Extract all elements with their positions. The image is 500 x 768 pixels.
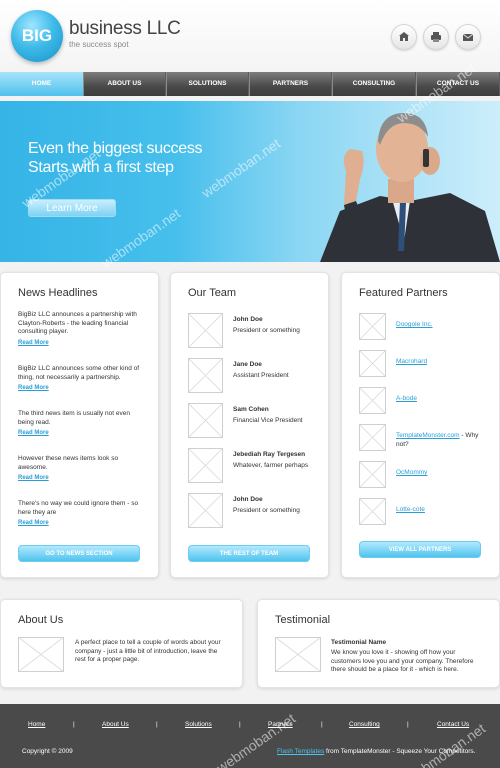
nav-item-partners[interactable]: PARTNERS bbox=[249, 72, 332, 96]
main-nav: HOME ABOUT US SOLUTIONS PARTNERS CONSULT… bbox=[0, 72, 500, 96]
partner-link[interactable]: Macrohard bbox=[396, 358, 427, 365]
hero-banner: Even the biggest success Starts with a f… bbox=[0, 101, 500, 262]
logo-badge[interactable]: BIG bbox=[11, 10, 63, 62]
news-item: BigBiz LLC announces a partnership with … bbox=[18, 311, 143, 347]
partner-logo[interactable] bbox=[359, 387, 386, 414]
member-name: John Doe bbox=[233, 316, 263, 323]
read-more-link[interactable]: Read More bbox=[18, 339, 143, 348]
home-icon[interactable] bbox=[391, 24, 417, 50]
credits-link[interactable]: Flash Templates bbox=[277, 748, 324, 755]
testimonial-title: Testimonial bbox=[275, 614, 331, 626]
member-name: Jane Doe bbox=[233, 361, 262, 368]
news-text: However these news items look so awesome… bbox=[18, 455, 119, 471]
learn-more-button[interactable]: Learn More bbox=[28, 199, 116, 217]
news-item: There's no way we could ignore them - so… bbox=[18, 500, 143, 528]
partner-logo[interactable] bbox=[359, 350, 386, 377]
member-role: Assistant President bbox=[233, 372, 289, 379]
footer-link-solutions[interactable]: Solutions bbox=[185, 721, 212, 728]
hero-headline-1: Even the biggest success bbox=[28, 140, 203, 157]
logo-title[interactable]: business LLC bbox=[69, 18, 181, 40]
partner-logo[interactable] bbox=[359, 461, 386, 488]
copyright-text: Copyright © 2009 bbox=[22, 748, 73, 755]
businessman-photo bbox=[320, 113, 500, 262]
nav-item-solutions[interactable]: SOLUTIONS bbox=[166, 72, 249, 96]
news-text: BigBiz LLC announces some other kind of … bbox=[18, 365, 140, 381]
site-header: BIG business LLC the success spot bbox=[0, 0, 500, 72]
about-panel: About Us A perfect place to tell a coupl… bbox=[0, 599, 243, 688]
footer-separator: | bbox=[321, 721, 323, 728]
partner-link[interactable]: A-bode bbox=[396, 395, 417, 402]
site-footer: Home | About Us | Solutions | Partners |… bbox=[0, 704, 500, 768]
go-to-news-button[interactable]: GO TO NEWS SECTION bbox=[18, 545, 140, 562]
testimonial-name: Testimonial Name bbox=[331, 639, 387, 646]
logo-tagline: the success spot bbox=[69, 40, 129, 49]
testimonial-text: We know you love it - showing off how yo… bbox=[331, 649, 474, 673]
footer-separator: | bbox=[239, 721, 241, 728]
news-panel: News Headlines BigBiz LLC announces a pa… bbox=[0, 272, 159, 578]
news-item: BigBiz LLC announces some other kind of … bbox=[18, 365, 143, 393]
partners-panel: Featured Partners VIEW ALL PARTNERS bbox=[341, 272, 500, 578]
footer-link-about-us[interactable]: About Us bbox=[102, 721, 129, 728]
about-text: A perfect place to tell a couple of word… bbox=[75, 639, 221, 663]
partner-logo[interactable] bbox=[359, 313, 386, 340]
member-photo[interactable] bbox=[188, 493, 223, 528]
read-more-link[interactable]: Read More bbox=[18, 474, 143, 483]
member-photo[interactable] bbox=[188, 448, 223, 483]
footer-separator: | bbox=[73, 721, 75, 728]
news-item: The third news item is usually not even … bbox=[18, 410, 143, 438]
news-item: However these news items look so awesome… bbox=[18, 455, 143, 483]
nav-item-about-us[interactable]: ABOUT US bbox=[83, 72, 166, 96]
news-text: There's no way we could ignore them - so… bbox=[18, 500, 139, 516]
partner-link[interactable]: OcMommy bbox=[396, 469, 427, 476]
mail-icon[interactable] bbox=[455, 24, 481, 50]
nav-item-consulting[interactable]: CONSULTING bbox=[332, 72, 416, 96]
partners-title: Featured Partners bbox=[359, 287, 448, 299]
partner-logo[interactable] bbox=[359, 424, 386, 451]
about-title: About Us bbox=[18, 614, 64, 626]
footer-link-consulting[interactable]: Consulting bbox=[349, 721, 380, 728]
testimonial-panel: Testimonial Testimonial Name We know you… bbox=[257, 599, 500, 688]
member-photo[interactable] bbox=[188, 358, 223, 393]
read-more-link[interactable]: Read More bbox=[18, 429, 143, 438]
credits: Flash Templates from TemplateMonster - S… bbox=[277, 748, 475, 755]
news-text: The third news item is usually not even … bbox=[18, 410, 130, 426]
member-role: President or something bbox=[233, 327, 300, 334]
nav-item-contact-us[interactable]: CONTACT US bbox=[416, 72, 500, 96]
rest-of-team-button[interactable]: THE REST OF TEAM bbox=[188, 545, 310, 562]
member-name: Jebediah Ray Tergesen bbox=[233, 451, 306, 458]
member-role: Whatever, farmer perhaps bbox=[233, 462, 309, 469]
news-title: News Headlines bbox=[18, 287, 98, 299]
print-icon[interactable] bbox=[423, 24, 449, 50]
read-more-link[interactable]: Read More bbox=[18, 384, 143, 393]
read-more-link[interactable]: Read More bbox=[18, 519, 143, 528]
footer-link-partners[interactable]: Partners bbox=[268, 721, 293, 728]
member-name: Sam Cohen bbox=[233, 406, 269, 413]
news-text: BigBiz LLC announces a partnership with … bbox=[18, 311, 137, 335]
view-all-partners-button[interactable]: VIEW ALL PARTNERS bbox=[359, 541, 481, 558]
footer-separator: | bbox=[407, 721, 409, 728]
member-role: President or something bbox=[233, 507, 300, 514]
member-photo[interactable] bbox=[188, 403, 223, 438]
team-title: Our Team bbox=[188, 287, 237, 299]
footer-separator: | bbox=[156, 721, 158, 728]
footer-link-home[interactable]: Home bbox=[28, 721, 45, 728]
partner-link[interactable]: Doogole Inc. bbox=[396, 321, 433, 328]
partner-link[interactable]: TemplateMonster.com bbox=[396, 432, 460, 439]
credits-text: from TemplateMonster - Squeeze Your Comp… bbox=[324, 748, 476, 755]
nav-item-home[interactable]: HOME bbox=[0, 72, 83, 96]
partner-link[interactable]: Lotte-cote bbox=[396, 506, 425, 513]
member-name: John Doe bbox=[233, 496, 263, 503]
partner-item: TemplateMonster.com - Why not? bbox=[396, 432, 486, 449]
about-image bbox=[18, 637, 64, 672]
hero-headline-2: Starts with a first step bbox=[28, 159, 174, 176]
member-role: Financial Vice President bbox=[233, 417, 303, 424]
member-photo[interactable] bbox=[188, 313, 223, 348]
partner-logo[interactable] bbox=[359, 498, 386, 525]
testimonial-image bbox=[275, 637, 321, 672]
footer-link-contact-us[interactable]: Contact Us bbox=[437, 721, 469, 728]
